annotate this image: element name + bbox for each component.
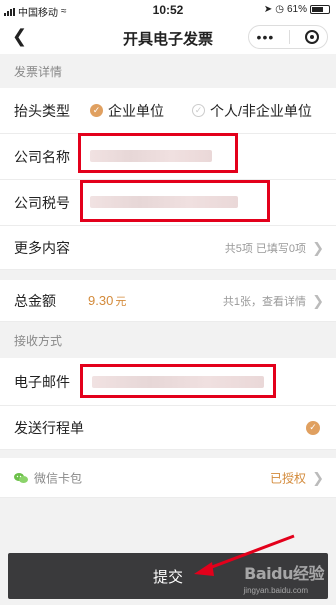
chevron-right-icon: ❯ [312, 239, 324, 255]
radio-personal[interactable]: ✓ 个人/非企业单位 [192, 101, 312, 121]
close-mini-program-icon[interactable] [305, 30, 320, 44]
more-content-summary: 共5项 已填写0项 [224, 242, 306, 255]
radio-enterprise-label: 企业单位 [108, 102, 164, 119]
company-name-label: 公司名称 [14, 148, 70, 165]
section-invoice-details: 发票详情 [0, 57, 336, 87]
more-icon[interactable]: ••• [257, 30, 275, 44]
status-bar: 中国移动 ≈ 10:52 ➤ ◷ 61% [0, 0, 336, 20]
header-type-label: 抬头类型 [14, 102, 70, 119]
wechat-icon [14, 472, 28, 483]
total-amount-row[interactable]: 总金额 9.30 元 共1张，查看详情 ❯ [0, 280, 336, 322]
more-content-row[interactable]: 更多内容 共5项 已填写0项 ❯ [0, 226, 336, 270]
location-icon: ➤ [263, 4, 273, 15]
battery-icon [310, 5, 330, 14]
radio-enterprise[interactable]: ✓ 企业单位 [90, 101, 164, 121]
wechat-wallet-row[interactable]: 微信卡包 已授权 ❯ [0, 458, 336, 498]
capsule-divider [289, 30, 291, 44]
check-icon: ✓ [90, 104, 103, 117]
section-receive-method: 接收方式 [0, 326, 336, 356]
check-icon: ✓ [192, 104, 205, 117]
chevron-right-icon: ❯ [312, 469, 324, 485]
send-itinerary-row[interactable]: 发送行程单 ✓ [0, 406, 336, 450]
alarm-icon: ◷ [275, 4, 284, 15]
amount-value: 9.30 [88, 292, 114, 308]
highlight-box [80, 180, 270, 222]
nav-bar: ❮ 开具电子发票 ••• [0, 20, 336, 54]
more-content-label: 更多内容 [14, 239, 70, 256]
battery-percent: 61% [286, 4, 307, 15]
header-type-row: 抬头类型 ✓ 企业单位 ✓ 个人/非企业单位 [0, 88, 336, 134]
baidu-watermark: Baidu经验 [244, 564, 324, 583]
send-itinerary-label: 发送行程单 [14, 419, 84, 436]
authorized-status: 已授权 [269, 471, 306, 485]
status-right: ➤ ◷ 61% [264, 4, 330, 15]
mini-program-capsule: ••• [248, 25, 328, 49]
chevron-right-icon: ❯ [312, 292, 324, 308]
check-icon[interactable]: ✓ [306, 420, 320, 435]
radio-personal-label: 个人/非企业单位 [210, 102, 312, 119]
total-summary: 共1张，查看详情 [222, 295, 306, 308]
total-label: 总金额 [14, 292, 56, 309]
watermark-url: jingyan.baidu.com [243, 586, 308, 595]
wechat-wallet-label: 微信卡包 [34, 471, 83, 485]
highlight-box [80, 364, 276, 398]
total-amount: 9.30 元 [88, 293, 126, 309]
tax-id-label: 公司税号 [14, 194, 70, 211]
amount-unit: 元 [115, 295, 127, 308]
email-label: 电子邮件 [14, 373, 70, 390]
highlight-box [78, 133, 238, 173]
submit-label: 提交 [152, 568, 183, 586]
